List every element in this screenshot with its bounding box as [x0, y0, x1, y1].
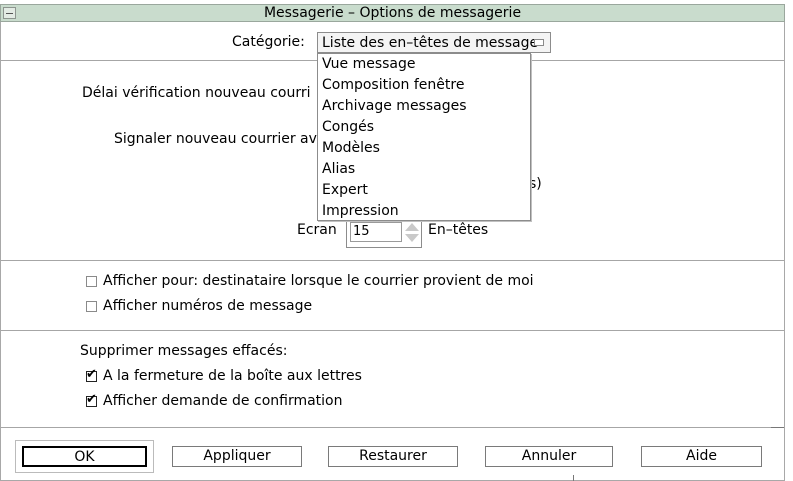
- show-to-checkbox[interactable]: [86, 276, 97, 287]
- apply-button[interactable]: Appliquer: [172, 446, 302, 467]
- dropdown-arrow-icon: [534, 39, 544, 46]
- dropdown-item-print[interactable]: Impression: [322, 202, 399, 220]
- screen-unit-label: En–têtes: [428, 222, 489, 238]
- restore-button[interactable]: Restaurer: [328, 446, 458, 467]
- confirm-checkbox[interactable]: [86, 392, 97, 407]
- category-selected-value: Liste des en–têtes de message: [322, 35, 539, 51]
- check-delay-label: Délai vérification nouveau courri: [82, 85, 311, 101]
- dropdown-item-expert[interactable]: Expert: [322, 181, 368, 199]
- help-button[interactable]: Aide: [641, 446, 762, 467]
- signal-new-mail-label: Signaler nouveau courrier av: [114, 131, 317, 147]
- separator: [1, 260, 784, 261]
- separator: [1, 427, 784, 428]
- title-bar[interactable]: Messagerie – Options de messagerie: [0, 4, 785, 22]
- on-close-label: A la fermeture de la boîte aux lettres: [103, 368, 362, 384]
- dropdown-item-compose[interactable]: Composition fenêtre: [322, 76, 464, 94]
- show-numbers-label: Afficher numéros de message: [103, 298, 313, 314]
- cancel-button[interactable]: Annuler: [485, 446, 613, 467]
- resize-mark: [573, 475, 574, 481]
- window-border-left: [0, 22, 1, 481]
- dropdown-item-vacation[interactable]: Congés: [322, 118, 374, 136]
- confirm-label: Afficher demande de confirmation: [103, 393, 343, 409]
- category-select[interactable]: Liste des en–têtes de message: [317, 32, 551, 53]
- resize-mark: [771, 427, 784, 428]
- window-title: Messagerie – Options de messagerie: [263, 5, 522, 21]
- ok-button[interactable]: OK: [22, 446, 147, 467]
- dropdown-item-alias[interactable]: Alias: [322, 160, 355, 178]
- dropdown-item-templates[interactable]: Modèles: [322, 139, 380, 157]
- category-label: Catégorie:: [232, 34, 305, 50]
- category-dropdown-list[interactable]: Vue message Composition fenêtre Archivag…: [317, 53, 531, 221]
- window-border-right: [784, 22, 785, 481]
- screen-headers-stepper[interactable]: 15: [346, 218, 422, 248]
- separator: [1, 330, 784, 331]
- delete-heading: Supprimer messages effacés:: [80, 343, 288, 359]
- spin-down-arrow-icon[interactable]: [405, 234, 419, 242]
- screen-headers-input[interactable]: 15: [350, 222, 402, 242]
- on-close-checkbox[interactable]: [86, 367, 97, 382]
- screen-label: Ecran: [297, 222, 337, 238]
- dropdown-item-archive[interactable]: Archivage messages: [322, 97, 467, 115]
- spin-up-arrow-icon[interactable]: [405, 223, 419, 231]
- show-to-label: Afficher pour: destinataire lorsque le c…: [103, 273, 534, 289]
- show-numbers-checkbox[interactable]: [86, 301, 97, 312]
- dropdown-item-view[interactable]: Vue message: [322, 55, 415, 73]
